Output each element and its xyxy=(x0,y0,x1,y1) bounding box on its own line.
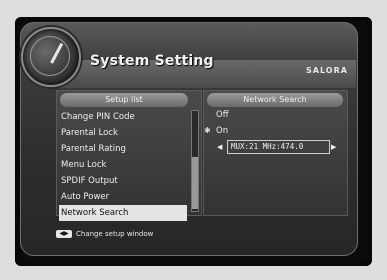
list-item-change-pin-code[interactable]: Change PIN Code xyxy=(59,109,187,125)
list-item-network-search[interactable]: Network Search xyxy=(59,205,187,221)
list-item-spdif-output[interactable]: SPDIF Output xyxy=(59,173,187,189)
right-arrow-icon[interactable]: ▶ xyxy=(331,143,336,151)
list-item-menu-lock[interactable]: Menu Lock xyxy=(59,157,187,173)
network-search-panel: Network Search Off ✱ On ◀ MUX:21 MHz:474… xyxy=(203,90,348,216)
footer-hint: ◀▶ Change setup window xyxy=(56,228,153,240)
setup-list: Change PIN Code Parental Lock Parental R… xyxy=(59,109,187,221)
brand-logo: SALORA xyxy=(306,66,348,75)
option-off[interactable]: Off xyxy=(216,110,229,120)
list-item-parental-lock[interactable]: Parental Lock xyxy=(59,125,187,141)
setup-list-panel: Setup list Change PIN Code Parental Lock… xyxy=(56,90,202,221)
option-on[interactable]: On xyxy=(216,126,228,136)
network-search-header: Network Search xyxy=(207,93,343,107)
list-item-auto-power[interactable]: Auto Power xyxy=(59,189,187,205)
footer-hint-text: Change setup window xyxy=(76,230,154,238)
left-right-key-icon: ◀▶ xyxy=(56,230,72,238)
radio-selected-icon: ✱ xyxy=(204,126,211,135)
scroll-thumb[interactable] xyxy=(192,157,198,209)
setup-list-header: Setup list xyxy=(60,93,188,107)
setup-list-scrollbar[interactable] xyxy=(191,110,199,212)
left-arrow-icon[interactable]: ◀ xyxy=(217,143,222,151)
page-title: System Setting xyxy=(90,53,214,69)
list-item-parental-rating[interactable]: Parental Rating xyxy=(59,141,187,157)
mux-frequency-field[interactable]: MUX:21 MHz:474.0 xyxy=(227,140,330,154)
gauge-icon xyxy=(21,27,81,87)
